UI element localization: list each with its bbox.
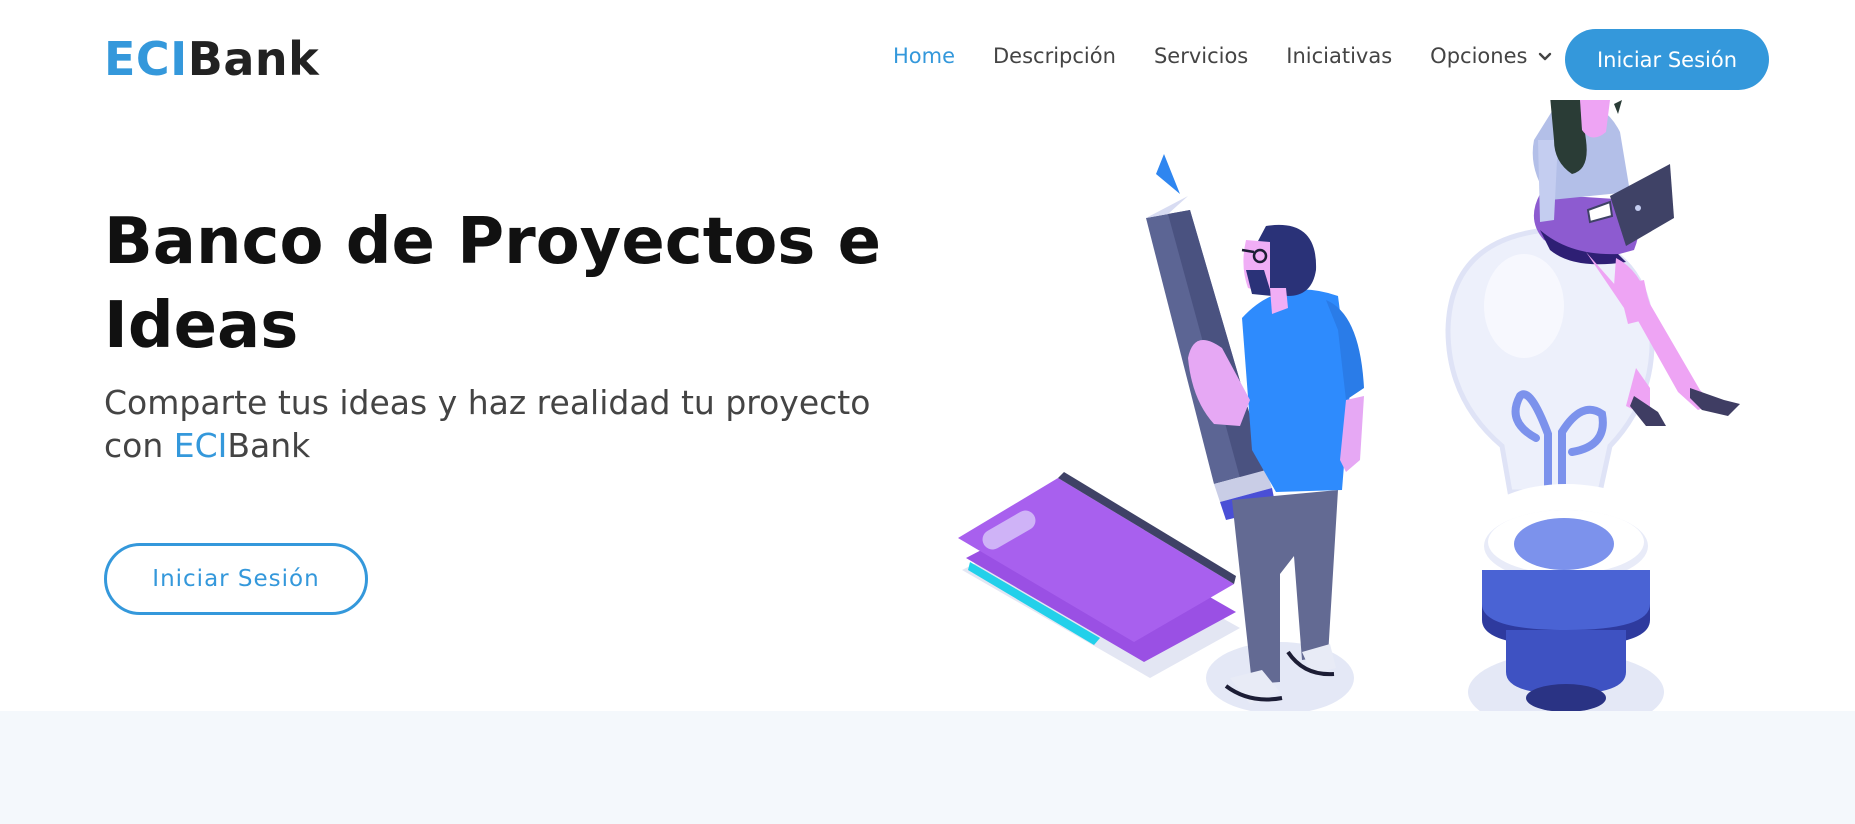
section-band (0, 711, 1855, 824)
nav-servicios[interactable]: Servicios (1154, 38, 1248, 74)
chevron-down-icon (1539, 52, 1552, 61)
nav-iniciativas[interactable]: Iniciativas (1286, 38, 1392, 74)
hero-title: Banco de Proyectos e Ideas (104, 205, 882, 363)
hero-subtitle-eci: ECI (173, 426, 228, 465)
nav-opciones-dropdown[interactable]: Opciones (1430, 38, 1555, 74)
brand-logo[interactable]: ECIBank (104, 30, 319, 88)
logo-eci: ECI (104, 32, 188, 86)
hero-subtitle: Comparte tus ideas y haz realidad tu pro… (104, 381, 924, 467)
nav-descripcion[interactable]: Descripción (993, 38, 1116, 74)
nav-home[interactable]: Home (893, 38, 955, 74)
nav-opciones-label: Opciones (1430, 44, 1528, 68)
main-nav: Home Descripción Servicios Iniciativas O… (893, 38, 1593, 74)
hero-login-button[interactable]: Iniciar Sesión (104, 543, 368, 615)
hero-subtitle-bank: Bank (227, 426, 311, 465)
hero-illustration (958, 100, 1740, 712)
site-header: ECIBank Home Descripción Servicios Inici… (0, 0, 1855, 104)
logo-bank: Bank (187, 32, 320, 86)
header-login-button[interactable]: Iniciar Sesión (1565, 29, 1769, 90)
folder-illustration (958, 472, 1240, 678)
